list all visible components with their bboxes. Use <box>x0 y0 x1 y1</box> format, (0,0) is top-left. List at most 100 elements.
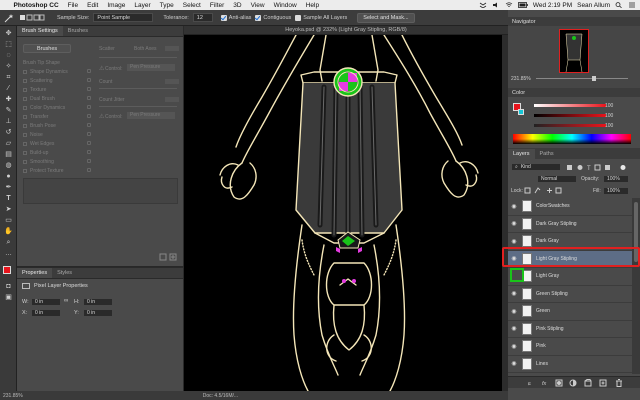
checkbox[interactable] <box>23 132 27 137</box>
doc-status[interactable]: Doc: 4.5/16M/... <box>203 393 238 399</box>
checkbox[interactable] <box>23 69 27 74</box>
type-tool-icon[interactable]: T <box>4 194 13 203</box>
color-slider-3[interactable] <box>534 124 606 127</box>
count-jitter-value-field[interactable] <box>165 97 179 102</box>
gradient-tool-icon[interactable]: ▤ <box>4 150 13 159</box>
visibility-eye-icon[interactable]: ◉ <box>508 360 520 367</box>
path-selection-icon[interactable]: ➤ <box>4 205 13 214</box>
bs-row-texture[interactable]: Texture <box>23 86 46 93</box>
visibility-eye-icon[interactable]: ◉ <box>508 290 520 297</box>
bs-row-wet-edges[interactable]: Wet Edges <box>23 140 54 147</box>
contiguous-checkbox[interactable]: Contiguous <box>255 14 291 21</box>
checkbox[interactable] <box>23 159 27 164</box>
color-background-swatch[interactable] <box>518 109 524 115</box>
lock-icon[interactable] <box>87 168 91 172</box>
layer-row-colorswatches[interactable]: ◉ ColorSwatches <box>508 198 632 216</box>
lock-icon[interactable] <box>87 132 91 136</box>
control-select-2[interactable]: Pen Pressure <box>127 112 175 119</box>
menu-3d[interactable]: 3D <box>229 2 246 9</box>
foreground-color-swatch[interactable] <box>3 266 11 274</box>
bs-row-smoothing[interactable]: Smoothing <box>23 158 54 165</box>
menu-image[interactable]: Image <box>103 2 130 9</box>
color-value-2[interactable]: 100 <box>605 113 613 119</box>
layer-filter-icons[interactable]: T <box>566 164 628 171</box>
visibility-eye-icon[interactable]: ◉ <box>508 325 520 332</box>
checkbox[interactable] <box>23 150 27 155</box>
color-value-1[interactable]: 100 <box>605 103 613 109</box>
navigator-thumbnail[interactable] <box>559 29 589 73</box>
layer-row-pink-stipling[interactable]: ◉ Pink Stipling <box>508 321 632 338</box>
layers-footer-icons[interactable]: ɕ fx <box>508 377 640 389</box>
navigator-panel-header[interactable]: Navigator <box>508 17 640 26</box>
lasso-tool-icon[interactable]: ◌ <box>4 51 13 60</box>
navigator-zoom-handle[interactable] <box>592 76 596 81</box>
layer-row-pink[interactable]: ◉ Pink <box>508 338 632 356</box>
lock-options-icons[interactable] <box>524 187 564 194</box>
sample-size-select[interactable]: Point Sample <box>93 13 154 22</box>
layer-row-lines[interactable]: ◉ Lines <box>508 356 632 373</box>
tab-styles[interactable]: Styles <box>52 268 77 278</box>
clock[interactable]: Wed 2:19 PM <box>533 2 572 9</box>
tab-paths[interactable]: Paths <box>535 149 559 159</box>
menu-select[interactable]: Select <box>178 2 205 9</box>
menu-filter[interactable]: Filter <box>205 2 228 9</box>
count-jitter-slider[interactable] <box>99 106 177 107</box>
y-input[interactable]: 0 in <box>83 309 113 317</box>
quick-mask-icon[interactable]: ◘ <box>4 282 13 291</box>
clone-stamp-icon[interactable]: ⊥ <box>4 117 13 126</box>
scatter-value-field[interactable] <box>165 46 179 51</box>
count-value-field[interactable] <box>165 79 179 84</box>
healing-brush-icon[interactable]: ✚ <box>4 95 13 104</box>
bs-row-protect-texture[interactable]: Protect Texture <box>23 167 64 174</box>
navigator-zoom[interactable]: 231.85% <box>511 76 531 82</box>
rectangle-tool-icon[interactable]: ▭ <box>4 216 13 225</box>
crop-tool-icon[interactable]: ⌗ <box>4 73 13 82</box>
color-value-3[interactable]: 100 <box>605 123 613 129</box>
lock-icon[interactable] <box>87 150 91 154</box>
color-panel-header[interactable]: Color <box>508 88 640 97</box>
tab-brushes[interactable]: Brushes <box>63 26 93 36</box>
document-canvas[interactable] <box>184 35 508 391</box>
volume-icon[interactable] <box>492 2 500 8</box>
hand-tool-icon[interactable]: ✋ <box>4 227 13 236</box>
menu-edit[interactable]: Edit <box>83 2 103 9</box>
more-tools-icon[interactable]: … <box>4 249 13 258</box>
lock-icon[interactable] <box>87 159 91 163</box>
link-icon[interactable]: ∞ <box>64 298 68 304</box>
battery-icon[interactable] <box>517 2 528 8</box>
brushes-button[interactable]: Brushes <box>23 44 72 53</box>
layer-row-green-stipling[interactable]: ◉ Green Stipling <box>508 286 632 303</box>
layer-row-green[interactable]: ◉ Green <box>508 303 632 321</box>
tolerance-input[interactable]: 12 <box>192 13 213 22</box>
tab-properties[interactable]: Properties <box>17 268 53 278</box>
control-select-1[interactable]: Pen Pressure <box>127 64 175 71</box>
blur-tool-icon[interactable]: ◍ <box>4 161 13 170</box>
count-slider[interactable] <box>99 88 177 89</box>
magic-wand-tool-icon[interactable] <box>3 13 15 23</box>
scatter-slider[interactable] <box>99 57 177 58</box>
move-tool-icon[interactable]: ✥ <box>4 29 13 38</box>
menu-file[interactable]: File <box>63 2 82 9</box>
pen-tool-icon[interactable]: ✒ <box>4 183 13 192</box>
brush-tool-icon[interactable]: ✎ <box>4 106 13 115</box>
wifi-icon[interactable] <box>505 2 513 8</box>
document-tab[interactable]: Heyoka.psd @ 232% (Light Gray Stipling, … <box>184 26 508 35</box>
screen-mode-icon[interactable]: ▣ <box>4 293 13 302</box>
history-brush-icon[interactable]: ↺ <box>4 128 13 137</box>
checkbox[interactable] <box>23 96 27 101</box>
menu-type[interactable]: Type <box>155 2 178 9</box>
visibility-eye-icon[interactable]: ◉ <box>508 308 520 315</box>
h-input[interactable]: 0 in <box>83 298 113 306</box>
lock-icon[interactable] <box>87 87 91 91</box>
lock-icon[interactable] <box>87 105 91 109</box>
checkbox[interactable] <box>23 114 27 119</box>
bs-row-brush-pose[interactable]: Brush Pose <box>23 122 56 129</box>
visibility-eye-icon[interactable]: ◉ <box>508 203 520 210</box>
checkbox[interactable] <box>23 141 27 146</box>
bs-row-color-dynamics[interactable]: Color Dynamics <box>23 104 65 111</box>
layers-scrollbar[interactable] <box>632 198 640 374</box>
bs-row-transfer[interactable]: Transfer <box>23 113 48 120</box>
lock-icon[interactable] <box>87 123 91 127</box>
lock-icon[interactable] <box>87 96 91 100</box>
select-and-mask-button[interactable]: Select and Mask... <box>357 12 415 23</box>
